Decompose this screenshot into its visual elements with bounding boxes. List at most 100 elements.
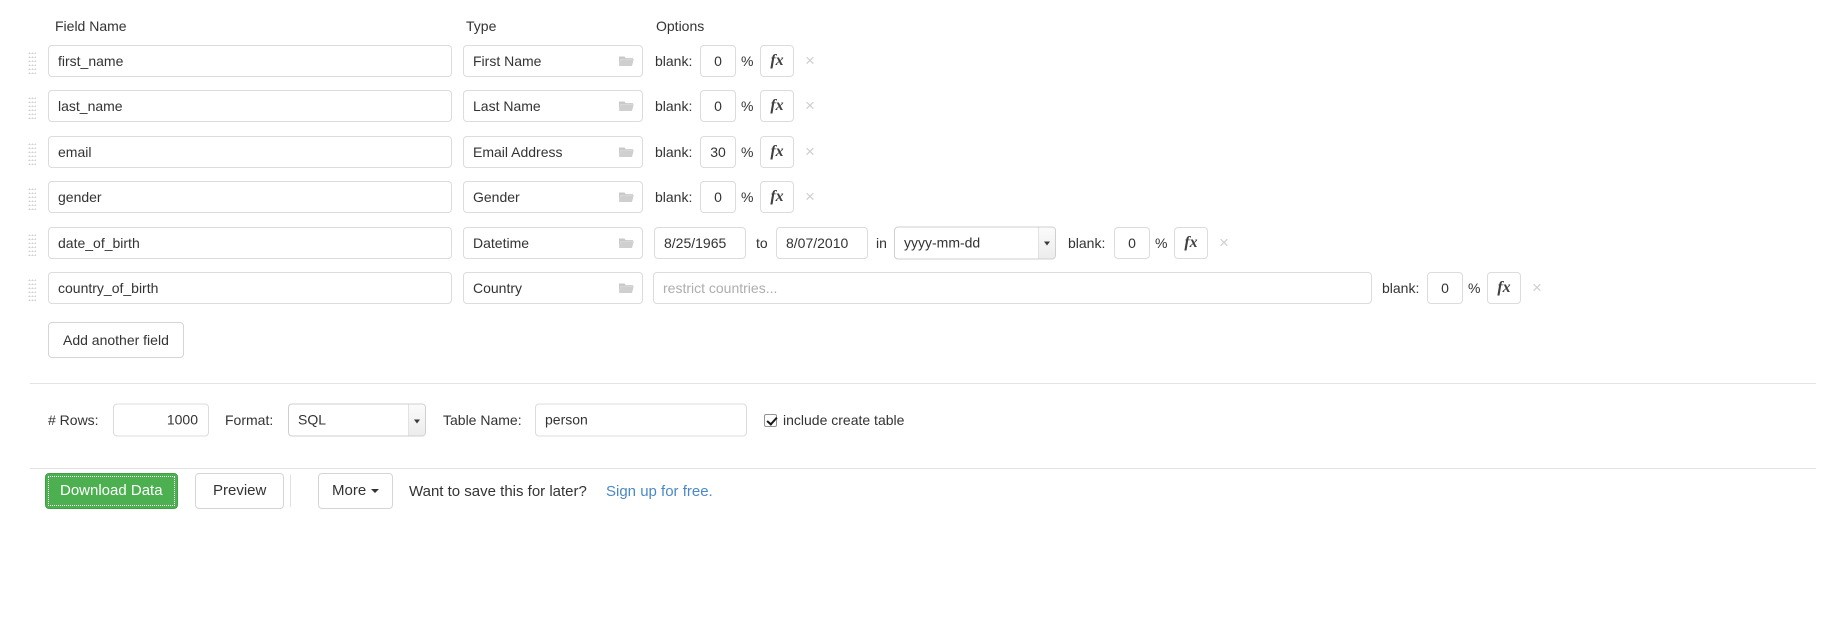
percent-label: % <box>741 144 753 160</box>
field-type-select[interactable]: Gender <box>463 181 643 213</box>
blank-percent-input[interactable]: 0 <box>700 45 736 77</box>
rows-label: # Rows: <box>48 412 99 428</box>
table-name-input[interactable]: person <box>535 404 747 437</box>
field-name-input[interactable]: gender <box>48 181 452 213</box>
drag-handle-icon[interactable] <box>28 234 36 252</box>
formula-button[interactable]: fx <box>760 90 794 122</box>
date-from-input[interactable]: 8/25/1965 <box>654 227 746 259</box>
percent-label: % <box>1468 280 1480 296</box>
blank-percent-input[interactable]: 0 <box>700 181 736 213</box>
field-name-input[interactable]: date_of_birth <box>48 227 452 259</box>
output-settings: # Rows: 1000 Format: SQL Table Name: per… <box>0 383 1846 457</box>
data-generator-form: Field Name Type Options first_name First… <box>0 0 1846 628</box>
drag-handle-icon[interactable] <box>28 52 36 70</box>
field-name-input[interactable]: country_of_birth <box>48 272 452 304</box>
field-type-value: Gender <box>473 182 520 212</box>
percent-label: % <box>1155 235 1167 251</box>
blank-percent-input[interactable]: 0 <box>1114 227 1150 259</box>
remove-field-button[interactable]: × <box>1532 280 1542 296</box>
field-type-value: Datetime <box>473 228 529 258</box>
field-type-select[interactable]: First Name <box>463 45 643 77</box>
remove-field-button[interactable]: × <box>1219 235 1229 251</box>
percent-label: % <box>741 189 753 205</box>
field-name-input[interactable]: email <box>48 136 452 168</box>
field-row: date_of_birth Datetime 8/25/1965 to 8/07… <box>0 220 1846 266</box>
remove-field-button[interactable]: × <box>805 189 815 205</box>
blank-label: blank: <box>1382 280 1419 296</box>
save-prompt-text: Want to save this for later? <box>409 483 587 500</box>
drag-handle-icon[interactable] <box>28 279 36 297</box>
folder-icon[interactable] <box>619 282 634 294</box>
format-label: Format: <box>225 412 273 428</box>
field-type-select[interactable]: Email Address <box>463 136 643 168</box>
drag-handle-icon[interactable] <box>28 188 36 206</box>
field-row: country_of_birth Country restrict countr… <box>0 266 1846 312</box>
date-to-input[interactable]: 8/07/2010 <box>776 227 868 259</box>
include-create-table-checkbox[interactable]: include create table <box>764 412 904 428</box>
signup-link[interactable]: Sign up for free. <box>606 483 713 500</box>
folder-icon[interactable] <box>619 191 634 203</box>
field-type-select[interactable]: Country <box>463 272 643 304</box>
preview-button[interactable]: Preview <box>195 473 284 509</box>
formula-button[interactable]: fx <box>760 136 794 168</box>
remove-field-button[interactable]: × <box>805 53 815 69</box>
blank-label: blank: <box>1068 235 1105 251</box>
format-select[interactable]: SQL <box>288 404 426 437</box>
date-in-label: in <box>876 235 887 251</box>
formula-button[interactable]: fx <box>760 181 794 213</box>
field-type-select[interactable]: Last Name <box>463 90 643 122</box>
field-type-value: Country <box>473 273 522 303</box>
field-type-value: Last Name <box>473 91 541 121</box>
blank-percent-input[interactable]: 30 <box>700 136 736 168</box>
remove-field-button[interactable]: × <box>805 98 815 114</box>
blank-percent-input[interactable]: 0 <box>1427 272 1463 304</box>
download-data-button[interactable]: Download Data <box>45 473 178 509</box>
header-type: Type <box>466 18 496 34</box>
field-name-input[interactable]: last_name <box>48 90 452 122</box>
folder-icon[interactable] <box>619 100 634 112</box>
formula-button[interactable]: fx <box>1174 227 1208 259</box>
blank-percent-input[interactable]: 0 <box>700 90 736 122</box>
field-type-select[interactable]: Datetime <box>463 227 643 259</box>
more-button[interactable]: More <box>318 473 393 509</box>
format-value: SQL <box>298 412 326 428</box>
blank-label: blank: <box>655 144 692 160</box>
drag-handle-icon[interactable] <box>28 143 36 161</box>
add-another-field-button[interactable]: Add another field <box>48 322 184 358</box>
field-type-value: Email Address <box>473 137 562 167</box>
add-field-section: Add another field <box>0 311 1846 371</box>
chevron-down-icon <box>371 489 379 493</box>
checkbox-icon[interactable] <box>764 414 777 427</box>
restrict-countries-input[interactable]: restrict countries... <box>653 272 1372 304</box>
formula-button[interactable]: fx <box>1487 272 1521 304</box>
folder-icon[interactable] <box>619 146 634 158</box>
field-row: first_name First Name blank: 0 % fx × <box>0 38 1846 84</box>
blank-label: blank: <box>655 98 692 114</box>
include-create-table-label: include create table <box>783 412 904 428</box>
rows-count-input[interactable]: 1000 <box>113 404 209 437</box>
chevron-down-icon[interactable] <box>1038 227 1055 258</box>
date-to-label: to <box>756 235 768 251</box>
drag-handle-icon[interactable] <box>28 97 36 115</box>
actions-divider <box>290 475 291 507</box>
actions-bar: Download Data Preview More Want to save … <box>0 457 1846 527</box>
date-format-select[interactable]: yyyy-mm-dd <box>894 226 1056 259</box>
blank-label: blank: <box>655 53 692 69</box>
table-name-label: Table Name: <box>443 412 522 428</box>
field-type-value: First Name <box>473 46 541 76</box>
header-options: Options <box>656 18 704 34</box>
folder-icon[interactable] <box>619 237 634 249</box>
date-format-value: yyyy-mm-dd <box>904 234 980 250</box>
percent-label: % <box>741 53 753 69</box>
field-row: last_name Last Name blank: 0 % fx × <box>0 84 1846 130</box>
column-headers: Field Name Type Options <box>0 0 1846 38</box>
field-row: email Email Address blank: 30 % fx × <box>0 129 1846 175</box>
percent-label: % <box>741 98 753 114</box>
field-row: gender Gender blank: 0 % fx × <box>0 175 1846 221</box>
chevron-down-icon[interactable] <box>408 405 425 436</box>
field-name-input[interactable]: first_name <box>48 45 452 77</box>
remove-field-button[interactable]: × <box>805 144 815 160</box>
header-field-name: Field Name <box>55 18 127 34</box>
formula-button[interactable]: fx <box>760 45 794 77</box>
folder-icon[interactable] <box>619 55 634 67</box>
